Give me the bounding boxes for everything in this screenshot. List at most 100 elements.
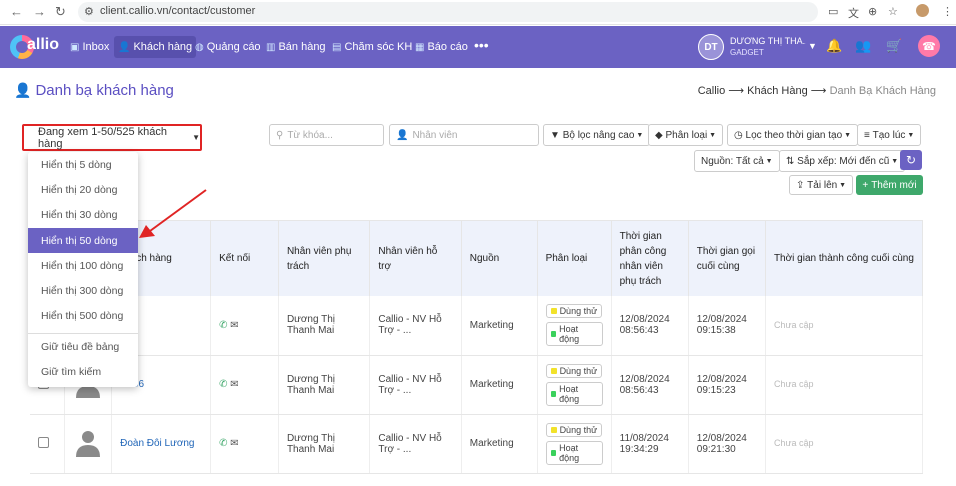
button-label: Bộ lọc nâng cao [562,129,635,141]
mail-icon[interactable]: ✉ [230,379,238,390]
source-filter-button[interactable]: Nguồn: Tất cả ▼ [694,150,780,172]
menu-item-keep-header[interactable]: Giữ tiêu đề bảng [28,334,138,359]
phone-icon[interactable]: ✆ [219,379,227,390]
back-icon[interactable]: ← [10,4,23,19]
nav-label: Bán hàng [278,41,326,53]
assigned-cell: 12/08/2024 08:56:43 [611,355,689,415]
menu-item-show-300[interactable]: Hiển thị 300 dòng [28,278,138,303]
chevron-down-icon[interactable]: ▼ [808,41,817,51]
bell-icon[interactable]: 🔔 [826,38,842,54]
row-checkbox[interactable] [38,436,49,448]
menu-item-show-100[interactable]: Hiển thị 100 dòng [28,253,138,278]
connect-cell: ✆ ✉ [210,414,279,474]
menu-item-keep-search[interactable]: Giữ tìm kiếm [28,359,138,384]
bookmark-star-icon[interactable]: ☆ [888,5,898,18]
phone-icon[interactable]: ✆ [219,320,227,331]
phone-icon[interactable]: ✆ [219,438,227,449]
menu-item-show-50[interactable]: Hiển thị 50 dòng [28,228,138,253]
tag-color-dot [550,449,557,456]
keyword-search-input[interactable]: ⚲ Từ khóa... [269,124,384,146]
advanced-filter-button[interactable]: ▼ Bộ lọc nâng cao ▼ [543,124,651,146]
tag-color-dot [550,426,557,433]
inbox-icon: ▣ [70,41,80,53]
nav-item-sales[interactable]: ▥ Bán hàng [262,36,330,58]
mail-icon[interactable]: ✉ [230,438,238,449]
header-category: Phân loại [537,221,612,296]
forward-icon[interactable]: → [33,4,46,19]
created-time-filter-button[interactable]: ◷ Lọc theo thời gian tạo ▼ [727,124,859,146]
nav-item-reports[interactable]: ▦ Báo cáo [411,36,472,58]
refresh-button[interactable]: ↻ [900,150,922,170]
nav-label: Báo cáo [427,41,468,53]
cast-icon[interactable]: ▭ [828,5,838,18]
staff-filter-input[interactable]: 👤 Nhân viên [389,124,539,146]
reload-icon[interactable]: ↻ [55,4,66,20]
phone-icon[interactable]: ☎ [918,35,940,57]
call-time: 09:15:23 [696,384,736,396]
view-count-dropdown[interactable]: Đang xem 1-50/525 khách hàng ▼ [22,124,202,151]
assigned-time: 19:34:29 [619,443,659,455]
user-company: GADGET [730,48,764,57]
upload-button[interactable]: ⇪ Tải lên ▼ [789,175,854,195]
staff-cell: Dương Thị Thanh Mai [278,296,371,356]
last-call-cell: 12/08/2024 09:15:38 [688,296,766,356]
menu-item-show-5[interactable]: Hiển thị 5 dòng [28,152,138,177]
contacts-icon: 👤 [14,82,32,98]
support-cell: Callio - NV Hỗ Trợ - ... [369,414,462,474]
mail-icon[interactable]: ✉ [230,320,238,331]
assigned-date: 12/08/2024 [619,373,670,385]
breadcrumb-item[interactable]: Callio [698,85,726,97]
category-button[interactable]: ◆ Phân loại ▼ [648,124,724,146]
button-label: Sắp xếp: Mới đến cũ [797,155,890,167]
add-new-button[interactable]: + Thêm mới [856,175,923,195]
view-count-label: Đang xem 1-50/525 khách hàng [38,125,168,150]
last-call-cell: 12/08/2024 09:21:30 [688,414,766,474]
zoom-icon[interactable]: ⊕ [868,5,877,18]
call-time: 09:21:30 [696,443,736,455]
user-icon: 👤 [396,129,409,141]
success-value: Chưa cập [773,379,814,389]
sort-button[interactable]: ⇅ Sắp xếp: Mới đến cũ ▼ [779,150,906,172]
connect-cell: ✆ ✉ [210,355,279,415]
breadcrumb-current: Danh Bạ Khách Hàng [829,85,936,97]
browser-menu-icon[interactable]: ⋮ [942,5,953,18]
users-icon: 👤 [118,41,131,53]
assigned-cell: 12/08/2024 08:56:43 [611,296,689,356]
address-bar[interactable]: ⚙ client.callio.vn/contact/customer [78,2,818,22]
tag-color-dot [550,390,557,397]
table-header-row: khách hàng Kết nối Nhân viên phụ trách N… [30,221,923,296]
nav-label: Khách hàng [133,41,193,53]
browser-toolbar: ← → ↻ ⚙ client.callio.vn/contact/custome… [0,0,956,25]
table-row[interactable]: Đoàn Đôi Lương ✆ ✉ Dương Thị Thanh Mai C… [30,414,923,474]
tag-label: Hoạt động [559,324,580,345]
nav-item-customers[interactable]: 👤 Khách hàng [114,36,197,58]
keyword-placeholder: Từ khóa... [287,129,333,141]
nav-item-inbox[interactable]: ▣ Inbox [66,36,113,58]
source-cell: Marketing [461,355,538,415]
table-row[interactable]: n ✆ ✉ Dương Thị Thanh Mai Callio - NV Hỗ… [30,296,923,356]
assigned-time: 08:56:43 [619,325,659,337]
tag-color-dot [550,367,557,374]
site-info-icon[interactable]: ⚙ [84,5,94,18]
menu-item-show-30[interactable]: Hiển thị 30 dòng [28,202,138,227]
more-icon[interactable]: ••• [470,34,493,56]
menu-item-show-20[interactable]: Hiển thị 20 dòng [28,177,138,202]
nav-item-customer-care[interactable]: ▤ Chăm sóc KH [328,36,416,58]
menu-item-show-500[interactable]: Hiển thị 500 dòng [28,303,138,328]
user-avatar[interactable]: DT [698,34,724,60]
cart-icon[interactable]: 🛒 [886,38,902,54]
user-add-icon[interactable]: 👥 [855,38,871,54]
nav-item-ads[interactable]: ◍ Quảng cáo [191,36,265,58]
staff-cell: Dương Thị Thanh Mai [278,414,371,474]
breadcrumb-item[interactable]: Khách Hàng [747,85,808,97]
profile-avatar[interactable] [916,4,929,17]
table-row[interactable]: Hà56 ✆ ✉ Dương Thị Thanh Mai Callio - NV… [30,355,923,415]
search-icon: ⚲ [276,129,284,141]
clock-icon: ◷ [734,129,746,141]
user-name[interactable]: DƯƠNG THỊ THA... [730,36,806,46]
created-at-button[interactable]: ≡ Tạo lúc ▼ [857,124,922,146]
source-cell: Marketing [461,296,538,356]
customer-name-link[interactable]: Đoàn Đôi Lương [120,438,194,449]
support-cell: Callio - NV Hỗ Trợ - ... [369,355,462,415]
translate-icon[interactable]: 文 [848,5,859,21]
